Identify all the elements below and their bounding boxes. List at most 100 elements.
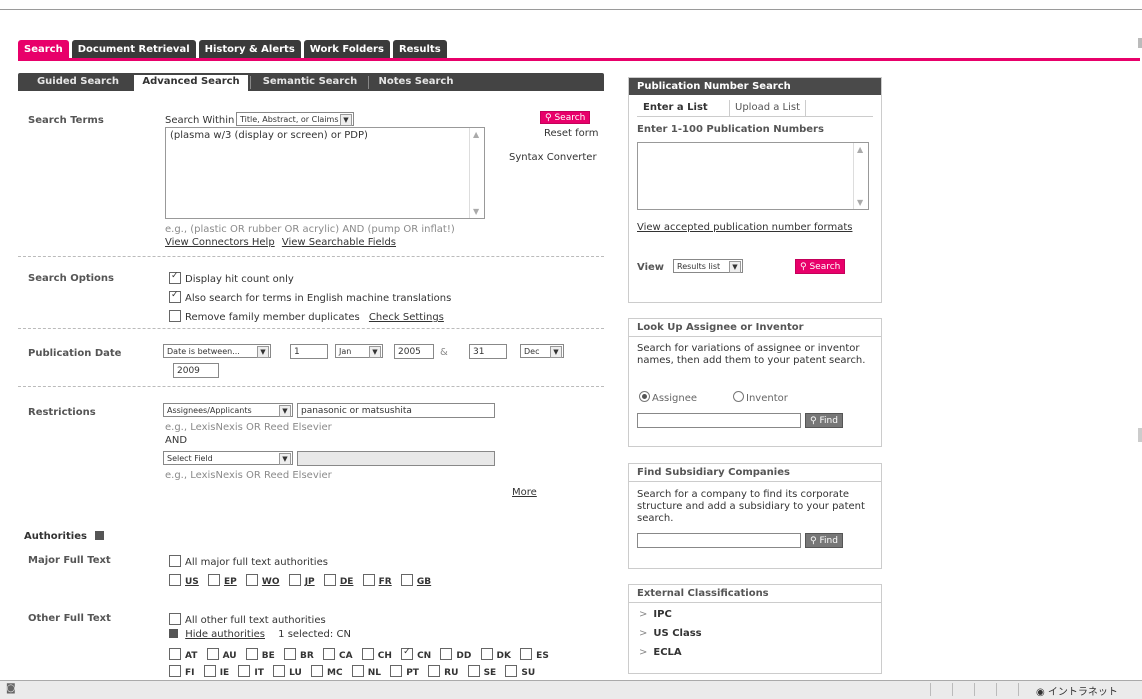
- tab-upload-list[interactable]: Upload a List: [729, 100, 807, 116]
- checkbox[interactable]: [467, 665, 480, 677]
- scrollbar-stub[interactable]: [1138, 38, 1142, 48]
- hide-authorities-link[interactable]: Hide authorities: [185, 629, 265, 640]
- option-remove-duplicates[interactable]: Remove family member duplicates Check Se…: [169, 310, 444, 323]
- publication-numbers-textarea[interactable]: ▲ ▼: [637, 142, 869, 210]
- search-within-select[interactable]: Title, Abstract, or Claims ▼: [236, 112, 354, 126]
- to-month-select[interactable]: Dec ▼: [520, 344, 564, 358]
- formats-link[interactable]: View accepted publication number formats: [637, 222, 852, 233]
- checkbox[interactable]: [480, 648, 493, 660]
- authority-code[interactable]: US: [185, 577, 199, 587]
- checkbox[interactable]: [428, 665, 441, 677]
- checkbox[interactable]: [169, 665, 181, 677]
- to-day-input[interactable]: 31: [469, 344, 507, 359]
- checkbox[interactable]: [273, 665, 286, 677]
- pub-search-button[interactable]: ⚲ Search: [795, 259, 846, 274]
- more-link[interactable]: More: [512, 487, 537, 498]
- subtab-guided-search[interactable]: Guided Search: [26, 75, 130, 91]
- checkbox[interactable]: [207, 574, 220, 586]
- checkbox[interactable]: [322, 648, 335, 660]
- restriction-value2-input[interactable]: [297, 451, 495, 466]
- tab-search[interactable]: Search: [18, 40, 69, 58]
- checkbox[interactable]: [390, 665, 403, 677]
- view-select[interactable]: Results list ▼: [673, 259, 743, 273]
- major-all-checkbox[interactable]: All major full text authorities: [169, 555, 328, 568]
- connectors-help-link[interactable]: View Connectors Help: [165, 237, 275, 248]
- check-settings-link[interactable]: Check Settings: [369, 312, 444, 323]
- tab-document-retrieval[interactable]: Document Retrieval: [71, 40, 196, 58]
- checkbox[interactable]: [505, 665, 518, 677]
- radio-icon[interactable]: [733, 391, 744, 402]
- textarea-scrollbar[interactable]: ▲ ▼: [853, 143, 868, 209]
- restriction-field-select[interactable]: Assignees/Applicants ▼: [163, 403, 293, 417]
- classification-us-class[interactable]: > US Class: [639, 628, 702, 639]
- classification-ecla[interactable]: > ECLA: [639, 647, 682, 658]
- tab-results[interactable]: Results: [392, 40, 447, 58]
- to-month-value: Dec: [524, 347, 540, 356]
- checkbox[interactable]: [169, 271, 181, 284]
- tab-history-alerts[interactable]: History & Alerts: [198, 40, 301, 58]
- subtab-notes-search[interactable]: Notes Search: [372, 75, 460, 91]
- inventor-radio[interactable]: Inventor: [733, 391, 788, 404]
- checkbox[interactable]: [169, 613, 181, 625]
- from-year-input[interactable]: 2005: [394, 344, 434, 359]
- from-month-select[interactable]: Jan ▼: [335, 344, 383, 358]
- syntax-converter-link[interactable]: Syntax Converter: [509, 152, 597, 163]
- checkbox[interactable]: [169, 555, 181, 567]
- checkbox[interactable]: [520, 648, 533, 660]
- checkbox[interactable]: [169, 290, 181, 303]
- restriction-field2-select[interactable]: Select Field ▼: [163, 451, 293, 465]
- checkbox[interactable]: [323, 574, 336, 586]
- authority-code[interactable]: DE: [340, 577, 354, 587]
- searchable-fields-link[interactable]: View Searchable Fields: [282, 237, 396, 248]
- radio-selected-icon[interactable]: [639, 391, 650, 402]
- checkbox[interactable]: [245, 574, 258, 586]
- authority-code[interactable]: JP: [305, 577, 315, 587]
- checkbox[interactable]: [362, 574, 375, 586]
- other-all-checkbox[interactable]: All other full text authorities: [169, 613, 326, 626]
- scrollbar-thumb[interactable]: [1138, 428, 1142, 442]
- checkbox[interactable]: [238, 665, 251, 677]
- checkbox[interactable]: [206, 648, 219, 660]
- checkbox[interactable]: [401, 647, 414, 660]
- assignee-radio[interactable]: Assignee: [639, 391, 697, 404]
- authority-code[interactable]: WO: [262, 577, 280, 587]
- inventor-label: Inventor: [746, 393, 788, 404]
- subsidiary-find-button[interactable]: ⚲ Find: [805, 533, 843, 548]
- checkbox[interactable]: [440, 648, 453, 660]
- from-day-input[interactable]: 1: [290, 344, 328, 359]
- checkbox[interactable]: [203, 665, 216, 677]
- checkbox[interactable]: [169, 310, 181, 322]
- checkbox[interactable]: [361, 648, 374, 660]
- collapse-icon[interactable]: [169, 629, 178, 638]
- checkbox[interactable]: [245, 648, 258, 660]
- subsidiary-input[interactable]: [637, 533, 801, 548]
- lookup-find-button[interactable]: ⚲ Find: [805, 413, 843, 428]
- authority-code[interactable]: GB: [417, 577, 431, 587]
- authority-code[interactable]: EP: [224, 577, 237, 587]
- search-button[interactable]: ⚲ Search: [540, 111, 591, 124]
- section-divider: [18, 256, 604, 257]
- date-mode-select[interactable]: Date is between... ▼: [163, 344, 271, 358]
- checkbox[interactable]: [288, 574, 301, 586]
- checkbox[interactable]: [400, 574, 413, 586]
- restriction-value-input[interactable]: panasonic or matsushita: [297, 403, 495, 418]
- search-terms-textarea[interactable]: (plasma w/3 (display or screen) or PDP) …: [165, 127, 485, 219]
- lookup-input[interactable]: [637, 413, 801, 428]
- info-icon[interactable]: [95, 531, 105, 540]
- checkbox[interactable]: [310, 665, 323, 677]
- classification-ipc[interactable]: > IPC: [639, 609, 672, 620]
- checkbox[interactable]: [169, 574, 181, 586]
- reset-form-link[interactable]: Reset form: [544, 128, 598, 139]
- checkbox[interactable]: [169, 648, 181, 660]
- option-hit-count[interactable]: Display hit count only: [169, 271, 294, 285]
- textarea-scrollbar[interactable]: ▲ ▼: [469, 128, 484, 218]
- to-year-input[interactable]: 2009: [173, 363, 219, 378]
- subtab-advanced-search[interactable]: Advanced Search: [134, 75, 248, 91]
- tab-enter-list[interactable]: Enter a List: [643, 100, 708, 116]
- checkbox[interactable]: [283, 648, 296, 660]
- checkbox[interactable]: [351, 665, 364, 677]
- option-machine-translations[interactable]: Also search for terms in English machine…: [169, 290, 451, 304]
- tab-work-folders[interactable]: Work Folders: [303, 40, 390, 58]
- subtab-semantic-search[interactable]: Semantic Search: [254, 75, 366, 91]
- authority-code[interactable]: FR: [379, 577, 392, 587]
